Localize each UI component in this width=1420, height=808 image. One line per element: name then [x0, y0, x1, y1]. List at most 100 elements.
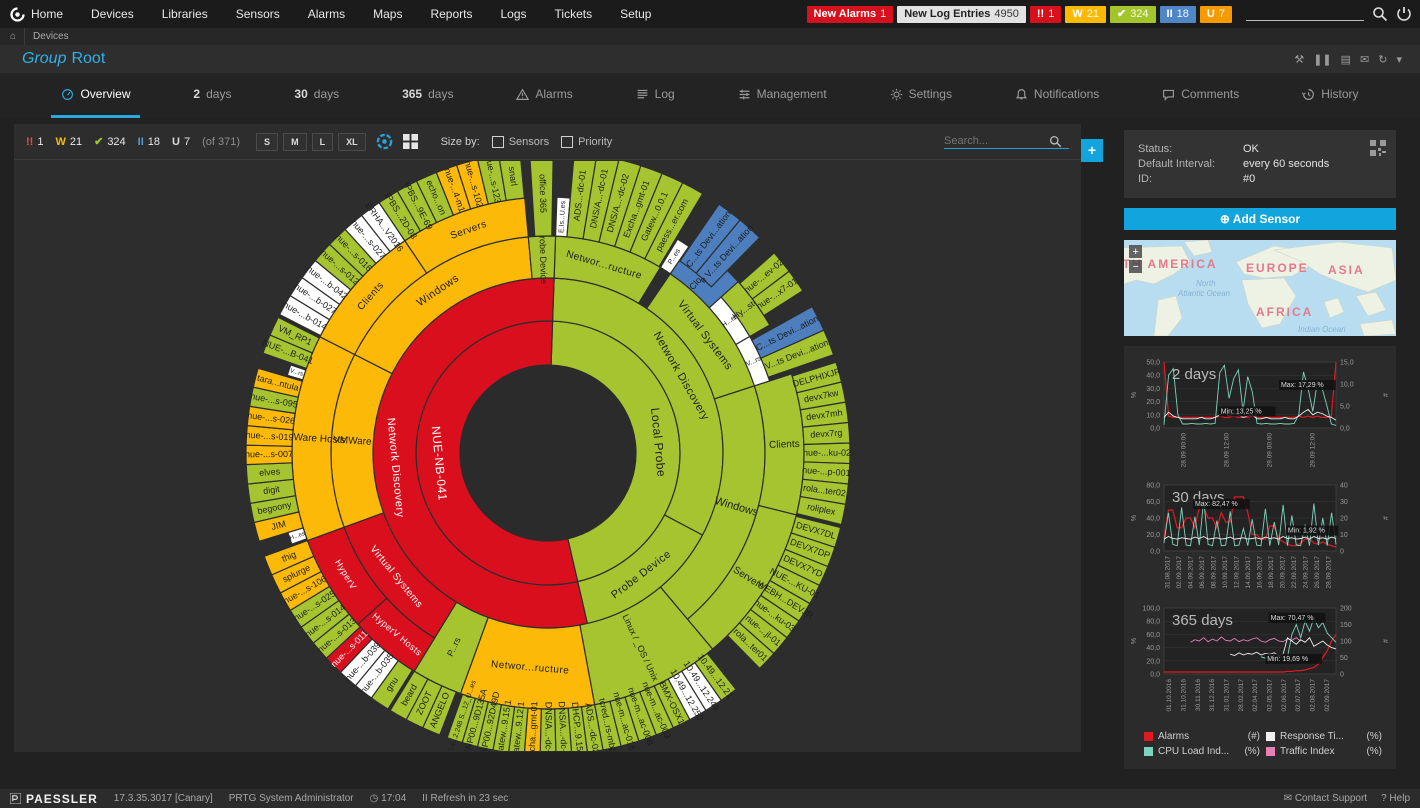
tiles-view-icon[interactable] — [403, 134, 418, 149]
badge-new-alarms[interactable]: New Alarms1 — [807, 6, 894, 23]
geo-map[interactable]: NORTH AMERICA EUROPE ASIA AFRICA NorthAt… — [1124, 240, 1396, 336]
nav-item-alarms[interactable]: Alarms — [294, 0, 359, 28]
nav-item-maps[interactable]: Maps — [359, 0, 416, 28]
home-icon[interactable]: ⌂ — [10, 31, 16, 42]
tab-settings[interactable]: Settings — [880, 73, 962, 118]
tree-search-input[interactable] — [944, 135, 1049, 147]
nav-item-setup[interactable]: Setup — [606, 0, 665, 28]
badge--[interactable]: ✔324 — [1110, 6, 1156, 23]
sensors-checkbox-label: Sensors — [509, 136, 549, 148]
search-icon[interactable] — [1049, 135, 1062, 148]
svg-text:%: % — [1131, 515, 1138, 521]
sunburst-segment-label: office 365 — [538, 174, 549, 213]
sunburst-view-icon[interactable] — [376, 133, 393, 150]
legend-swatch — [1144, 732, 1153, 741]
tab-days[interactable]: 2days — [183, 73, 241, 118]
priority-checkbox[interactable] — [561, 136, 573, 148]
svg-text:60,0: 60,0 — [1146, 632, 1160, 639]
badge--[interactable]: !!1 — [1030, 6, 1061, 23]
count-1[interactable]: !!1 — [26, 135, 43, 148]
global-search-input[interactable] — [1246, 7, 1364, 21]
svg-text:#: # — [1383, 516, 1390, 520]
refresh-icon[interactable]: ↻ — [1378, 53, 1387, 66]
svg-text:15,0: 15,0 — [1340, 360, 1354, 367]
tab-alarms[interactable]: Alarms — [506, 73, 582, 118]
wrench-icon[interactable]: ⚒ — [1294, 53, 1304, 66]
svg-text:2 days: 2 days — [1172, 366, 1216, 383]
count-21[interactable]: W21 — [55, 135, 82, 148]
sliders-icon — [738, 88, 751, 101]
svg-text:14.09.2017: 14.09.2017 — [1245, 556, 1252, 589]
svg-text:30.11.2016: 30.11.2016 — [1195, 679, 1202, 711]
sunburst-chart[interactable]: Local ProbeNUE-NB-041Network DiscoveryPr… — [14, 161, 1081, 751]
svg-text:0,0: 0,0 — [1150, 426, 1160, 433]
mini-graph-30-days[interactable]: 80,060,040,020,00,0403020100%#31.08.2017… — [1124, 475, 1396, 593]
svg-text:−: − — [1133, 261, 1139, 273]
svg-text:10,0: 10,0 — [1340, 382, 1354, 389]
count-324[interactable]: ✔324 — [94, 135, 126, 148]
tab-log[interactable]: Log — [626, 73, 685, 118]
mini-graph-2-days[interactable]: 50,040,030,020,010,00,015,010,05,00,0%#2… — [1124, 352, 1396, 470]
help-link[interactable]: ? Help — [1381, 793, 1410, 804]
svg-text:22.09.2017: 22.09.2017 — [1291, 556, 1298, 589]
svg-text:100: 100 — [1340, 639, 1352, 646]
caret-down-icon[interactable]: ▾ — [1396, 53, 1402, 66]
svg-text:31.01.2017: 31.01.2017 — [1224, 679, 1231, 712]
tab-comments[interactable]: Comments — [1152, 73, 1249, 118]
svg-text:200: 200 — [1340, 606, 1352, 613]
nav-item-home[interactable]: Home — [17, 0, 77, 28]
size-button-l[interactable]: L — [312, 133, 334, 151]
qr-code-icon[interactable] — [1370, 140, 1386, 156]
top-navbar: HomeDevicesLibrariesSensorsAlarmsMapsRep… — [0, 0, 1420, 28]
nav-items: HomeDevicesLibrariesSensorsAlarmsMapsRep… — [17, 0, 665, 28]
size-button-m[interactable]: M — [283, 133, 307, 151]
svg-text:10,0: 10,0 — [1146, 412, 1160, 419]
mail-icon[interactable]: ✉ — [1360, 53, 1369, 66]
svg-text:28.09 12:00: 28.09 12:00 — [1224, 433, 1231, 468]
breadcrumb-divider — [24, 28, 25, 45]
nav-item-libraries[interactable]: Libraries — [148, 0, 222, 28]
add-sensor-button[interactable]: ⊕ Add Sensor — [1124, 208, 1396, 230]
svg-text:North: North — [1196, 279, 1216, 288]
tab-days[interactable]: 365days — [392, 73, 463, 118]
tab-history[interactable]: History — [1292, 73, 1368, 118]
nav-item-sensors[interactable]: Sensors — [222, 0, 294, 28]
search-icon[interactable] — [1372, 6, 1388, 22]
nav-item-logs[interactable]: Logs — [486, 0, 540, 28]
refresh-countdown[interactable]: II Refresh in 23 sec — [422, 793, 508, 804]
report-icon[interactable]: ▤ — [1341, 53, 1351, 66]
tree-search — [944, 135, 1069, 149]
tab-overview[interactable]: Overview — [51, 73, 140, 118]
nav-item-tickets[interactable]: Tickets — [541, 0, 607, 28]
badge-new-log-entries[interactable]: New Log Entries4950 — [897, 6, 1026, 23]
svg-text:0: 0 — [1340, 672, 1344, 679]
add-object-button[interactable]: + — [1081, 139, 1103, 162]
badge-ii[interactable]: II18 — [1160, 6, 1196, 23]
contact-support-link[interactable]: ✉ Contact Support — [1284, 793, 1367, 804]
svg-text:80,0: 80,0 — [1146, 619, 1160, 626]
size-button-s[interactable]: S — [256, 133, 278, 151]
svg-text:18.09.2017: 18.09.2017 — [1268, 556, 1275, 589]
tab-days[interactable]: 30days — [284, 73, 349, 118]
tab-notifications[interactable]: Notifications — [1005, 73, 1109, 118]
graphs-legend: Alarms(#)Response Ti...(%)CPU Load Ind..… — [1124, 721, 1396, 765]
tab-management[interactable]: Management — [728, 73, 837, 118]
info-row: Default Interval:every 60 seconds — [1138, 158, 1382, 170]
footer: PAESSLER 17.3.35.3017 [Canary] PRTG Syst… — [0, 789, 1420, 808]
svg-text:40: 40 — [1340, 483, 1348, 490]
gear-icon — [890, 88, 903, 101]
breadcrumb-item[interactable]: Devices — [33, 31, 69, 42]
svg-text:16.09.2017: 16.09.2017 — [1256, 556, 1263, 589]
logout-power-icon[interactable] — [1396, 6, 1412, 22]
sensors-checkbox[interactable] — [492, 136, 504, 148]
pause-icon[interactable]: ❚❚ — [1313, 53, 1331, 66]
nav-item-reports[interactable]: Reports — [416, 0, 486, 28]
badge-w[interactable]: W21 — [1065, 6, 1106, 23]
count-7[interactable]: U7 — [172, 135, 190, 148]
nav-item-devices[interactable]: Devices — [77, 0, 148, 28]
count-18[interactable]: II18 — [138, 135, 160, 148]
size-button-xl[interactable]: XL — [338, 133, 366, 151]
mini-graph-365-days[interactable]: 100,080,060,040,020,00,0200150100500%#01… — [1124, 598, 1396, 716]
svg-text:Min: 19,69 %: Min: 19,69 % — [1267, 656, 1308, 663]
badge-u[interactable]: U7 — [1200, 6, 1232, 23]
